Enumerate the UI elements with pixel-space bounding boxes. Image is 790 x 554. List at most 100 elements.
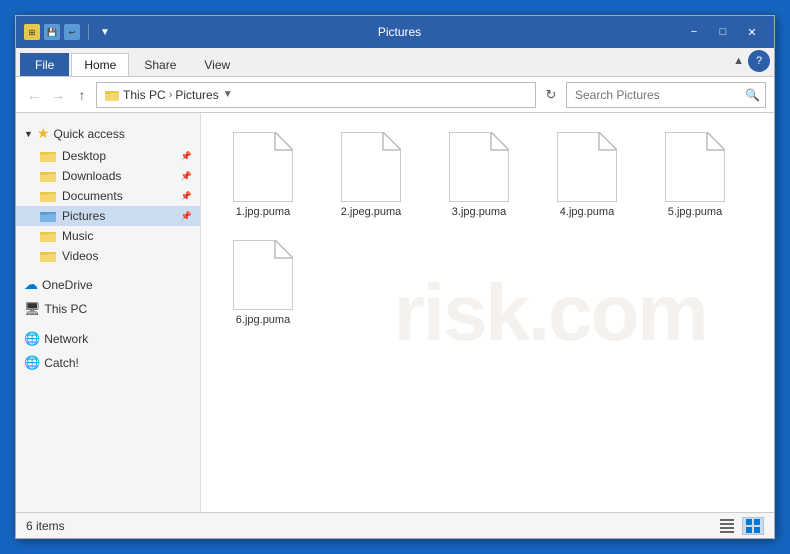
- documents-pin-icon: 📌: [181, 191, 192, 202]
- sidebar-item-desktop[interactable]: Desktop 📌: [16, 146, 200, 166]
- minimize-button[interactable]: −: [680, 22, 708, 42]
- sidebar-item-pictures[interactable]: Pictures 📌: [16, 206, 200, 226]
- file-item-4[interactable]: 4.jpg.puma: [537, 125, 637, 225]
- window-title: Pictures: [119, 25, 680, 39]
- file-icon-3: [449, 132, 509, 202]
- qat-divider: [88, 24, 89, 40]
- file-name-2: 2.jpeg.puma: [341, 206, 402, 218]
- tab-share[interactable]: Share: [131, 53, 189, 76]
- file-name-5: 5.jpg.puma: [668, 206, 722, 218]
- file-item-3[interactable]: 3.jpg.puma: [429, 125, 529, 225]
- address-path[interactable]: This PC › Pictures ▼: [96, 82, 536, 108]
- file-name-1: 1.jpg.puma: [236, 206, 290, 218]
- path-folder-icon: [105, 88, 119, 102]
- sidebar-thispc-label: This PC: [45, 302, 88, 316]
- qat-save[interactable]: 💾: [44, 24, 60, 40]
- quickaccess-star-icon: ★: [37, 125, 50, 142]
- main-area: ▼ ★ Quick access Desktop 📌: [16, 113, 774, 512]
- quickaccess-label: Quick access: [53, 127, 124, 141]
- path-separator: ›: [169, 89, 173, 101]
- file-icon-5: [665, 132, 725, 202]
- sidebar-item-music[interactable]: Music: [16, 226, 200, 246]
- ribbon: File Home Share View ▲ ?: [16, 48, 774, 77]
- sidebar-catch[interactable]: 🌐 Catch!: [16, 351, 200, 375]
- sidebar-desktop-label: Desktop: [62, 149, 106, 163]
- sidebar-item-downloads[interactable]: Downloads 📌: [16, 166, 200, 186]
- search-input[interactable]: [566, 82, 766, 108]
- address-bar: ← → ↑ This PC › Pictures ▼ ↻ 🔍: [16, 77, 774, 113]
- file-item-2[interactable]: 2.jpeg.puma: [321, 125, 421, 225]
- sidebar-pictures-label: Pictures: [62, 209, 105, 223]
- path-current: Pictures: [175, 88, 218, 102]
- sidebar-thispc[interactable]: 🖥 This PC: [16, 297, 200, 321]
- sidebar-videos-label: Videos: [62, 249, 98, 263]
- sidebar: ▼ ★ Quick access Desktop 📌: [16, 113, 201, 512]
- search-wrapper: 🔍: [566, 82, 766, 108]
- sidebar-item-videos[interactable]: Videos: [16, 246, 200, 266]
- music-folder-icon: [40, 229, 56, 243]
- refresh-button[interactable]: ↻: [540, 84, 562, 106]
- back-button[interactable]: ←: [24, 85, 44, 105]
- file-item-5[interactable]: 5.jpg.puma: [645, 125, 745, 225]
- title-bar: ⊞ 💾 ↩ ▼ Pictures − □ ✕: [16, 16, 774, 48]
- sidebar-catch-label: Catch!: [44, 356, 79, 370]
- tab-file[interactable]: File: [20, 53, 69, 76]
- file-icon-4: [557, 132, 617, 202]
- file-name-6: 6.jpg.puma: [236, 314, 290, 326]
- sidebar-quickaccess-header[interactable]: ▼ ★ Quick access: [16, 121, 200, 146]
- up-button[interactable]: ↑: [72, 85, 92, 105]
- tab-home[interactable]: Home: [71, 53, 129, 76]
- details-view-icon: [720, 519, 734, 533]
- documents-folder-icon: [40, 189, 56, 203]
- quickaccess-chevron-icon: ▼: [24, 129, 33, 139]
- help-button[interactable]: ?: [748, 50, 770, 72]
- sidebar-network[interactable]: 🌐 Network: [16, 327, 200, 351]
- thispc-icon: 🖥: [24, 301, 41, 317]
- details-view-button[interactable]: [716, 517, 738, 535]
- forward-button[interactable]: →: [48, 85, 68, 105]
- view-controls: [716, 517, 764, 535]
- sidebar-item-documents[interactable]: Documents 📌: [16, 186, 200, 206]
- icon-view-button[interactable]: [742, 517, 764, 535]
- window-controls: − □ ✕: [680, 22, 766, 42]
- sidebar-documents-label: Documents: [62, 189, 123, 203]
- file-icon-6: [233, 240, 293, 310]
- explorer-window: ⊞ 💾 ↩ ▼ Pictures − □ ✕ File Home Share V…: [15, 15, 775, 539]
- file-name-3: 3.jpg.puma: [452, 206, 506, 218]
- files-grid: 1.jpg.puma 2.jpeg.puma: [213, 125, 762, 333]
- videos-folder-icon: [40, 249, 56, 263]
- qat-undo[interactable]: ↩: [64, 24, 80, 40]
- sidebar-onedrive[interactable]: ☁ OneDrive: [16, 272, 200, 297]
- file-name-4: 4.jpg.puma: [560, 206, 614, 218]
- sidebar-downloads-label: Downloads: [62, 169, 121, 183]
- tab-view[interactable]: View: [191, 53, 243, 76]
- downloads-pin-icon: 📌: [181, 171, 192, 182]
- item-count-label: 6 items: [26, 519, 65, 533]
- icon-view-icon: [746, 519, 760, 533]
- pictures-pin-icon: 📌: [181, 211, 192, 222]
- qat-icon-1: ⊞: [24, 24, 40, 40]
- sidebar-network-label: Network: [44, 332, 88, 346]
- file-item-6[interactable]: 6.jpg.puma: [213, 233, 313, 333]
- sidebar-music-label: Music: [62, 229, 93, 243]
- desktop-folder-icon: [40, 149, 56, 163]
- downloads-folder-icon: [40, 169, 56, 183]
- maximize-button[interactable]: □: [709, 22, 737, 42]
- onedrive-icon: ☁: [24, 276, 38, 293]
- desktop-pin-icon: 📌: [181, 151, 192, 162]
- network-icon: 🌐: [24, 331, 40, 347]
- catch-icon: 🌐: [24, 355, 40, 371]
- path-thispc: This PC: [123, 88, 166, 102]
- ribbon-tabs: File Home Share View ▲ ?: [16, 48, 774, 76]
- path-dropdown-btn[interactable]: ▼: [223, 89, 233, 100]
- ribbon-collapse-icon[interactable]: ▲: [733, 55, 744, 67]
- title-bar-icons: ⊞ 💾 ↩ ▼: [24, 24, 113, 40]
- file-icon-2: [341, 132, 401, 202]
- pictures-folder-icon: [40, 209, 56, 223]
- close-button[interactable]: ✕: [738, 22, 766, 42]
- status-bar: 6 items: [16, 512, 774, 538]
- qat-dropdown[interactable]: ▼: [97, 24, 113, 40]
- content-area: risk.com 1.jpg.puma: [201, 113, 774, 512]
- file-icon-1: [233, 132, 293, 202]
- file-item-1[interactable]: 1.jpg.puma: [213, 125, 313, 225]
